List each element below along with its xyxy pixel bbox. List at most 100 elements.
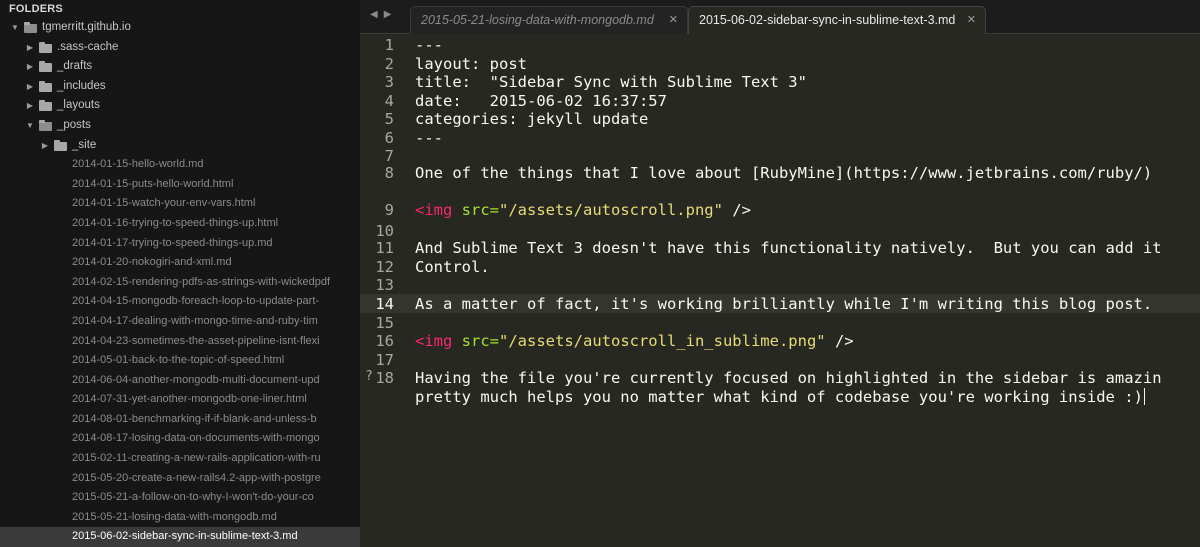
tree-file-item[interactable]: 2014-04-23-sometimes-the-asset-pipeline-… <box>0 332 360 352</box>
tree-file-item[interactable]: 2015-05-20-create-a-new-rails4.2-app-wit… <box>0 469 360 489</box>
code-line: One of the things that I love about [Rub… <box>415 164 1153 182</box>
code-line: title: "Sidebar Sync with Sublime Text 3… <box>415 73 807 91</box>
tree-file-item[interactable]: 2015-02-11-creating-a-new-rails-applicat… <box>0 449 360 469</box>
folder-icon <box>54 139 67 151</box>
collapse-arrow-icon[interactable]: ▶ <box>40 136 50 156</box>
tree-file-item[interactable]: 2014-06-04-another-mongodb-multi-documen… <box>0 371 360 391</box>
tab-label: 2015-06-02-sidebar-sync-in-sublime-text-… <box>699 13 956 27</box>
tree-file-label: 2014-05-01-back-to-the-topic-of-speed.ht… <box>72 354 285 367</box>
line-number: 17 <box>375 351 394 369</box>
tree-root-label: tgmerritt.github.io <box>42 21 131 33</box>
tree-file-label: 2015-05-21-a-follow-on-to-why-I-won't-do… <box>72 491 314 504</box>
tree-file-label: 2014-01-15-hello-world.md <box>72 158 204 171</box>
code-line: Having the file you're currently focused… <box>415 369 1162 387</box>
tree-folder-label: .sass-cache <box>57 40 119 53</box>
tree-file-label: 2014-04-15-mongodb-foreach-loop-to-updat… <box>72 295 320 308</box>
line-number: 11 <box>375 239 394 257</box>
expand-arrow-icon[interactable]: ▼ <box>10 18 20 38</box>
tree-file-item[interactable]: 2014-04-15-mongodb-foreach-loop-to-updat… <box>0 292 360 312</box>
tree-file-item[interactable]: 2014-01-15-watch-your-env-vars.html <box>0 194 360 214</box>
code-line: layout: post <box>415 55 527 73</box>
gutter-marker: ? <box>365 369 373 384</box>
line-number: 13 <box>375 276 394 294</box>
line-number: 3 <box>384 73 394 91</box>
tree-folder[interactable]: ▶ _includes <box>0 77 360 97</box>
tree-file-label: 2014-01-16-trying-to-speed-things-up.htm… <box>72 216 279 229</box>
tree-file-label: 2015-05-20-create-a-new-rails4.2-app-wit… <box>72 471 321 484</box>
tab-nav-arrows[interactable]: ◀▶ <box>370 9 397 20</box>
html-tag: <img <box>415 201 453 219</box>
tree-file-item[interactable]: 2015-05-21-a-follow-on-to-why-I-won't-do… <box>0 488 360 508</box>
tree-folder-label: _site <box>72 138 97 151</box>
code-line: <img src="/assets/autoscroll_in_sublime.… <box>415 332 854 350</box>
tree-file-label: 2015-06-02-sidebar-sync-in-sublime-text-… <box>72 530 298 543</box>
tree-folder[interactable]: ▶ _layouts <box>0 96 360 116</box>
code-line: <img src="/assets/autoscroll.png" /> <box>415 201 751 219</box>
tree-file-label: 2015-02-11-creating-a-new-rails-applicat… <box>72 452 321 465</box>
line-number: 1 <box>384 36 394 54</box>
back-arrow-icon[interactable]: ◀ <box>370 9 384 20</box>
tab-label: 2015-05-21-losing-data-with-mongodb.md <box>421 13 654 27</box>
code-line: And Sublime Text 3 doesn't have this fun… <box>415 239 1162 257</box>
html-attribute: src= <box>452 332 499 350</box>
line-number: 4 <box>384 92 394 110</box>
collapse-arrow-icon[interactable]: ▶ <box>25 38 35 58</box>
collapse-arrow-icon[interactable]: ▶ <box>25 96 35 116</box>
tree-file-label: 2014-04-23-sometimes-the-asset-pipeline-… <box>72 334 320 347</box>
sidebar-title: FOLDERS <box>9 3 63 15</box>
html-attribute: src= <box>452 201 499 219</box>
code-editor[interactable]: 1 2 3 4 5 6 7 8 9 10 11 12 13 14 15 16 17 18 ? --- layout… <box>360 35 1200 547</box>
line-number: 7 <box>384 147 394 165</box>
tree-folder[interactable]: ▼ _posts <box>0 116 360 136</box>
tree-file-item[interactable]: 2015-05-21-losing-data-with-mongodb.md <box>0 508 360 528</box>
tree-folder[interactable]: ▶ .sass-cache <box>0 38 360 58</box>
forward-arrow-icon[interactable]: ▶ <box>384 9 398 20</box>
tree-file-item[interactable]: 2014-01-15-puts-hello-world.html <box>0 175 360 195</box>
tab-losing-data-with-mongodb[interactable]: 2015-05-21-losing-data-with-mongodb.md ✕ <box>410 6 688 34</box>
tree-file-item[interactable]: 2014-01-15-hello-world.md <box>0 155 360 175</box>
tree-root-folder[interactable]: ▼ tgmerritt.github.io <box>0 18 360 38</box>
expand-arrow-icon[interactable]: ▼ <box>25 116 35 136</box>
tree-file-item[interactable]: 2014-02-15-rendering-pdfs-as-strings-wit… <box>0 273 360 293</box>
tree-file-label: 2014-01-17-trying-to-speed-things-up.md <box>72 236 273 249</box>
tree-file-label: 2014-08-17-losing-data-on-documents-with… <box>72 432 320 445</box>
tree-file-label: 2014-07-31-yet-another-mongodb-one-liner… <box>72 393 307 406</box>
tree-file-item[interactable]: 2014-05-01-back-to-the-topic-of-speed.ht… <box>0 351 360 371</box>
cursor-char: ) <box>1133 388 1143 406</box>
code-line: categories: jekyll update <box>415 110 649 128</box>
tree-file-label: 2014-08-01-benchmarking-if-if-blank-and-… <box>72 412 317 425</box>
code-line: --- <box>415 129 443 147</box>
tree-file-item[interactable]: 2014-08-17-losing-data-on-documents-with… <box>0 429 360 449</box>
line-number-gutter: 1 2 3 4 5 6 7 8 9 10 11 12 13 14 15 16 17 18 <box>360 35 400 547</box>
tree-file-item[interactable]: 2014-01-16-trying-to-speed-things-up.htm… <box>0 214 360 234</box>
tree-file-item[interactable]: 2014-08-01-benchmarking-if-if-blank-and-… <box>0 410 360 430</box>
tree-folder[interactable]: ▶ _site <box>0 136 360 156</box>
tab-bar: ◀▶ 2015-05-21-losing-data-with-mongodb.m… <box>360 0 1200 34</box>
tree-folder-label: _posts <box>57 118 91 131</box>
tab-sidebar-sync[interactable]: 2015-06-02-sidebar-sync-in-sublime-text-… <box>688 6 986 34</box>
close-icon[interactable]: ✕ <box>967 7 976 33</box>
folder-icon <box>39 61 52 73</box>
tree-file-label: 2014-04-17-dealing-with-mongo-time-and-r… <box>72 314 318 327</box>
line-number: 6 <box>384 129 394 147</box>
tree-file-item[interactable]: 2014-01-20-nokogiri-and-xml.md <box>0 253 360 273</box>
html-tag-end: /> <box>825 332 854 350</box>
tree-file-label: 2014-02-15-rendering-pdfs-as-strings-wit… <box>72 275 331 288</box>
close-icon[interactable]: ✕ <box>669 7 678 33</box>
tree-file-label: 2014-01-15-puts-hello-world.html <box>72 177 234 190</box>
tree-folder[interactable]: ▶ _drafts <box>0 57 360 77</box>
line-number: 8 <box>384 164 394 182</box>
tree-file-item[interactable]: 2014-07-31-yet-another-mongodb-one-liner… <box>0 390 360 410</box>
collapse-arrow-icon[interactable]: ▶ <box>25 77 35 97</box>
tree-file-item[interactable]: 2014-04-17-dealing-with-mongo-time-and-r… <box>0 312 360 332</box>
line-number: 16 <box>375 332 394 350</box>
sidebar: FOLDERS ▼ tgmerritt.github.io ▶ .sass-ca… <box>0 0 360 547</box>
collapse-arrow-icon[interactable]: ▶ <box>25 57 35 77</box>
tree-file-item[interactable]: 2015-06-02-sidebar-sync-in-sublime-text-… <box>0 527 360 547</box>
code-line: As a matter of fact, it's working brilli… <box>415 295 1153 313</box>
folder-open-icon <box>39 119 52 131</box>
line-number: 10 <box>375 222 394 240</box>
html-tag-end: /> <box>722 201 751 219</box>
tree-folder-label: _layouts <box>57 99 100 112</box>
tree-file-item[interactable]: 2014-01-17-trying-to-speed-things-up.md <box>0 234 360 254</box>
